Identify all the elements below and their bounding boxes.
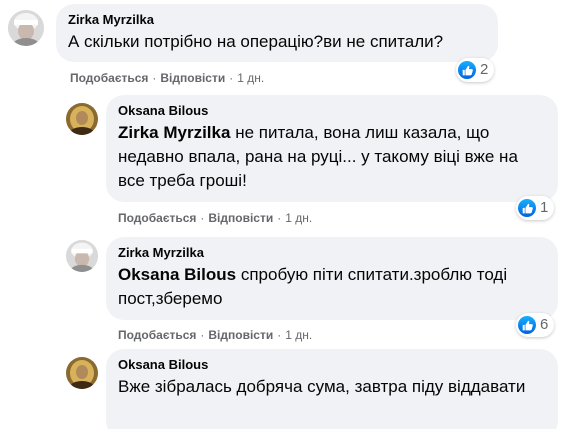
comment-bubble: Zirka Myrzilka Oksana Bilous спробую піт… xyxy=(106,237,558,320)
separator: · xyxy=(229,71,234,85)
timestamp[interactable]: 1 дн. xyxy=(285,211,312,225)
mention-link[interactable]: Oksana Bilous xyxy=(118,265,236,284)
reply-button[interactable]: Відповісти xyxy=(208,328,273,342)
like-icon xyxy=(518,316,536,334)
reaction-summary[interactable]: 1 xyxy=(516,196,555,220)
reaction-count: 2 xyxy=(480,61,489,78)
like-icon xyxy=(458,61,476,79)
separator: · xyxy=(277,328,282,342)
comment-author[interactable]: Zirka Myrzilka xyxy=(118,245,546,261)
like-button[interactable]: Подобається xyxy=(70,71,148,85)
separator: · xyxy=(152,71,157,85)
reply-button[interactable]: Відповісти xyxy=(160,71,225,85)
comment-body: А скільки потрібно на операцію?ви не спи… xyxy=(68,32,444,51)
comment-author[interactable]: Oksana Bilous xyxy=(118,103,546,119)
avatar-zirka-image xyxy=(66,240,98,272)
separator: · xyxy=(200,211,205,225)
reaction-count: 1 xyxy=(540,199,549,216)
separator: · xyxy=(277,211,282,225)
comment-body: Вже зібралась добряча сума, завтра піду … xyxy=(118,377,526,396)
reaction-summary[interactable]: 6 xyxy=(516,313,555,337)
avatar-oksana-image xyxy=(66,357,98,389)
avatar-zirka-image xyxy=(8,10,44,46)
avatar-zirka[interactable] xyxy=(66,240,98,272)
reply-button[interactable]: Відповісти xyxy=(208,211,273,225)
comment-text: А скільки потрібно на операцію?ви не спи… xyxy=(68,30,486,54)
like-icon xyxy=(518,199,536,217)
avatar-oksana[interactable] xyxy=(66,103,98,135)
comment-bubble: Oksana Bilous Zirka Myrzilka не питала, … xyxy=(106,95,558,202)
comment-actions: Подобається · Відповісти · 1 дн. xyxy=(118,210,312,226)
comment-text: Zirka Myrzilka не питала, вона лиш казал… xyxy=(118,121,546,193)
like-button[interactable]: Подобається xyxy=(118,211,196,225)
comment-bubble: Oksana Bilous Вже зібралась добряча сума… xyxy=(106,349,558,429)
comment-author[interactable]: Zirka Myrzilka xyxy=(68,12,486,28)
avatar-oksana[interactable] xyxy=(66,357,98,389)
reaction-summary[interactable]: 2 xyxy=(456,58,495,82)
like-button[interactable]: Подобається xyxy=(118,328,196,342)
timestamp[interactable]: 1 дн. xyxy=(237,71,264,85)
comment-actions: Подобається · Відповісти · 1 дн. xyxy=(118,327,312,343)
mention-link[interactable]: Zirka Myrzilka xyxy=(118,123,230,142)
separator: · xyxy=(200,328,205,342)
avatar-zirka[interactable] xyxy=(8,10,44,46)
reaction-count: 6 xyxy=(540,316,549,333)
comment-text: Вже зібралась добряча сума, завтра піду … xyxy=(118,375,546,399)
comment-actions: Подобається · Відповісти · 1 дн. xyxy=(70,70,264,86)
timestamp[interactable]: 1 дн. xyxy=(285,328,312,342)
comment-author[interactable]: Oksana Bilous xyxy=(118,357,546,373)
comment-text: Oksana Bilous спробую піти спитати.зробл… xyxy=(118,263,546,311)
avatar-oksana-image xyxy=(66,103,98,135)
comment-bubble: Zirka Myrzilka А скільки потрібно на опе… xyxy=(56,4,498,62)
